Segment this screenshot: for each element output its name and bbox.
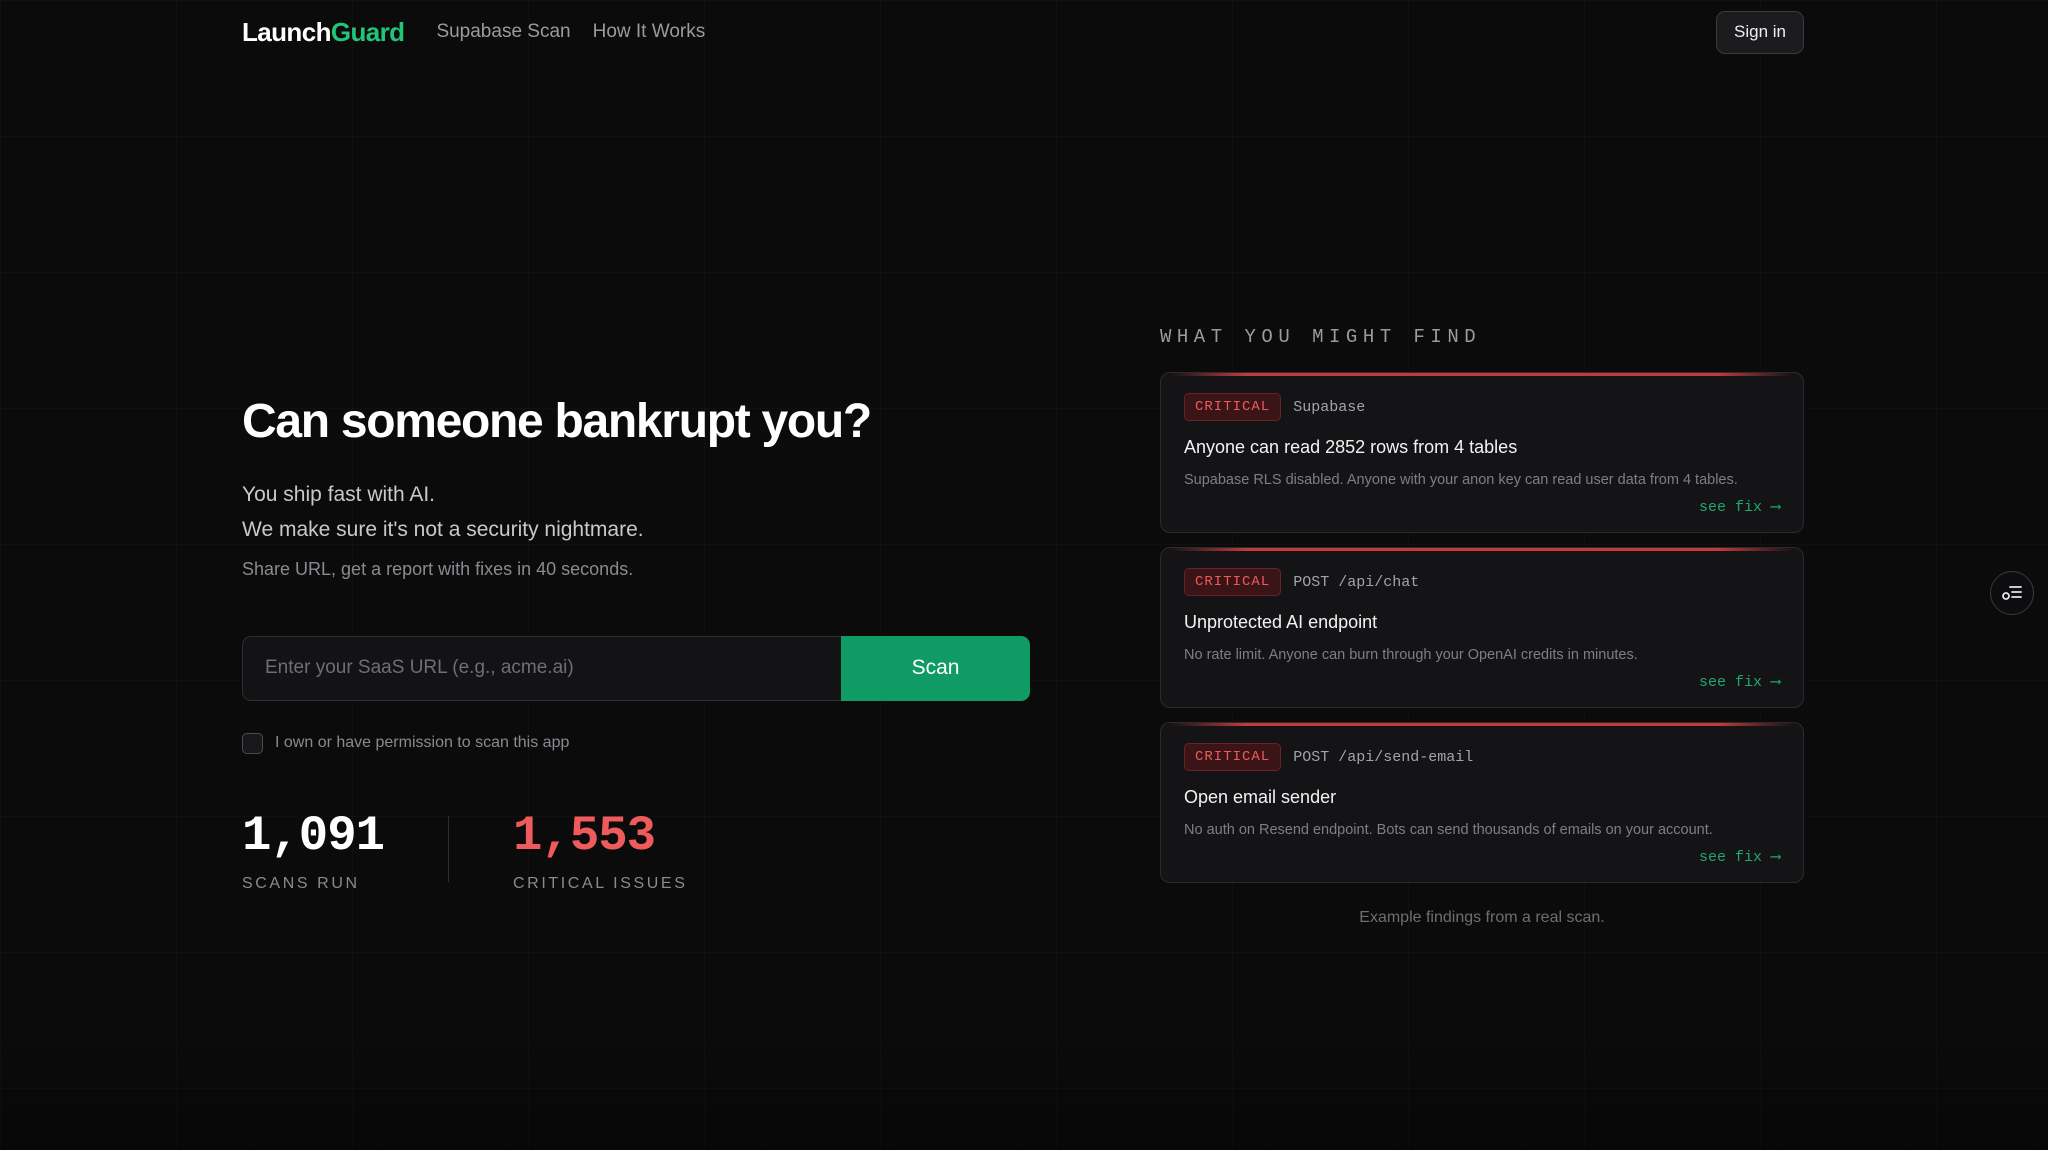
- hero-headline: Can someone bankrupt you?: [242, 395, 872, 448]
- list-filter-icon: [2002, 586, 2022, 600]
- finding-card: CRITICAL Supabase Anyone can read 2852 r…: [1160, 372, 1804, 533]
- findings-title: WHAT YOU MIGHT FIND: [1160, 326, 1482, 348]
- findings-footnote: Example findings from a real scan.: [1359, 909, 1605, 926]
- stats: 1,091 SCANS RUN 1,553 CRITICAL ISSUES: [242, 807, 1042, 893]
- findings-section: WHAT YOU MIGHT FIND CRITICAL Supabase An…: [1160, 326, 1804, 927]
- finding-card: CRITICAL POST /api/chat Unprotected AI e…: [1160, 547, 1804, 708]
- stat-critical-issues: 1,553 CRITICAL ISSUES: [513, 807, 688, 893]
- see-fix-link[interactable]: see fix ⟶: [1184, 497, 1780, 516]
- hero-section: Can someone bankrupt you? You ship fast …: [242, 395, 1042, 893]
- stat-value: 1,091: [242, 807, 385, 864]
- nav-link-how-it-works[interactable]: How It Works: [593, 21, 706, 43]
- hero-subline-3: Share URL, get a report with fixes in 40…: [242, 558, 634, 579]
- nav-link-supabase-scan[interactable]: Supabase Scan: [436, 21, 570, 43]
- url-input[interactable]: [242, 635, 841, 701]
- permission-checkbox[interactable]: [242, 732, 263, 754]
- severity-badge: CRITICAL: [1184, 568, 1282, 596]
- landing-page: LaunchGuard Supabase Scan How It Works S…: [0, 0, 2048, 1150]
- permission-row[interactable]: I own or have permission to scan this ap…: [242, 732, 1042, 754]
- finding-card-header: CRITICAL Supabase: [1184, 393, 1780, 421]
- logo[interactable]: LaunchGuard: [242, 16, 405, 48]
- stat-label: SCANS RUN: [242, 874, 360, 892]
- scan-button[interactable]: Scan: [841, 635, 1030, 701]
- top-nav: LaunchGuard Supabase Scan How It Works S…: [242, 0, 1804, 64]
- finding-description: No auth on Resend endpoint. Bots can sen…: [1184, 822, 1713, 838]
- finding-title: Anyone can read 2852 rows from 4 tables: [1184, 437, 1518, 457]
- stat-divider: [448, 815, 450, 882]
- hero-subline-1: You ship fast with AI.: [242, 482, 436, 506]
- severity-badge: CRITICAL: [1184, 393, 1282, 421]
- finding-card-header: CRITICAL POST /api/chat: [1184, 568, 1780, 596]
- logo-text: Launch: [242, 16, 331, 47]
- finding-description: No rate limit. Anyone can burn through y…: [1184, 647, 1638, 663]
- permission-label: I own or have permission to scan this ap…: [275, 734, 570, 752]
- see-fix-link[interactable]: see fix ⟶: [1184, 847, 1780, 866]
- side-widget-button[interactable]: [1990, 571, 2034, 615]
- stat-value: 1,553: [513, 807, 656, 864]
- see-fix-link[interactable]: see fix ⟶: [1184, 672, 1780, 691]
- finding-source: Supabase: [1293, 398, 1366, 416]
- stat-label: CRITICAL ISSUES: [513, 874, 688, 892]
- finding-title: Open email sender: [1184, 787, 1337, 807]
- finding-source: POST /api/chat: [1293, 573, 1420, 591]
- finding-card-header: CRITICAL POST /api/send-email: [1184, 743, 1780, 771]
- hero-subline-2: We make sure it's not a security nightma…: [242, 517, 644, 541]
- finding-title: Unprotected AI endpoint: [1184, 612, 1378, 632]
- scan-form: Scan: [242, 635, 1030, 701]
- finding-description: Supabase RLS disabled. Anyone with your …: [1184, 472, 1738, 488]
- finding-source: POST /api/send-email: [1293, 748, 1474, 766]
- sign-in-button[interactable]: Sign in: [1716, 10, 1804, 54]
- logo-accent-text: Guard: [330, 16, 405, 47]
- finding-card: CRITICAL POST /api/send-email Open email…: [1160, 722, 1804, 883]
- severity-badge: CRITICAL: [1184, 743, 1282, 771]
- stat-scans-run: 1,091 SCANS RUN: [242, 807, 385, 893]
